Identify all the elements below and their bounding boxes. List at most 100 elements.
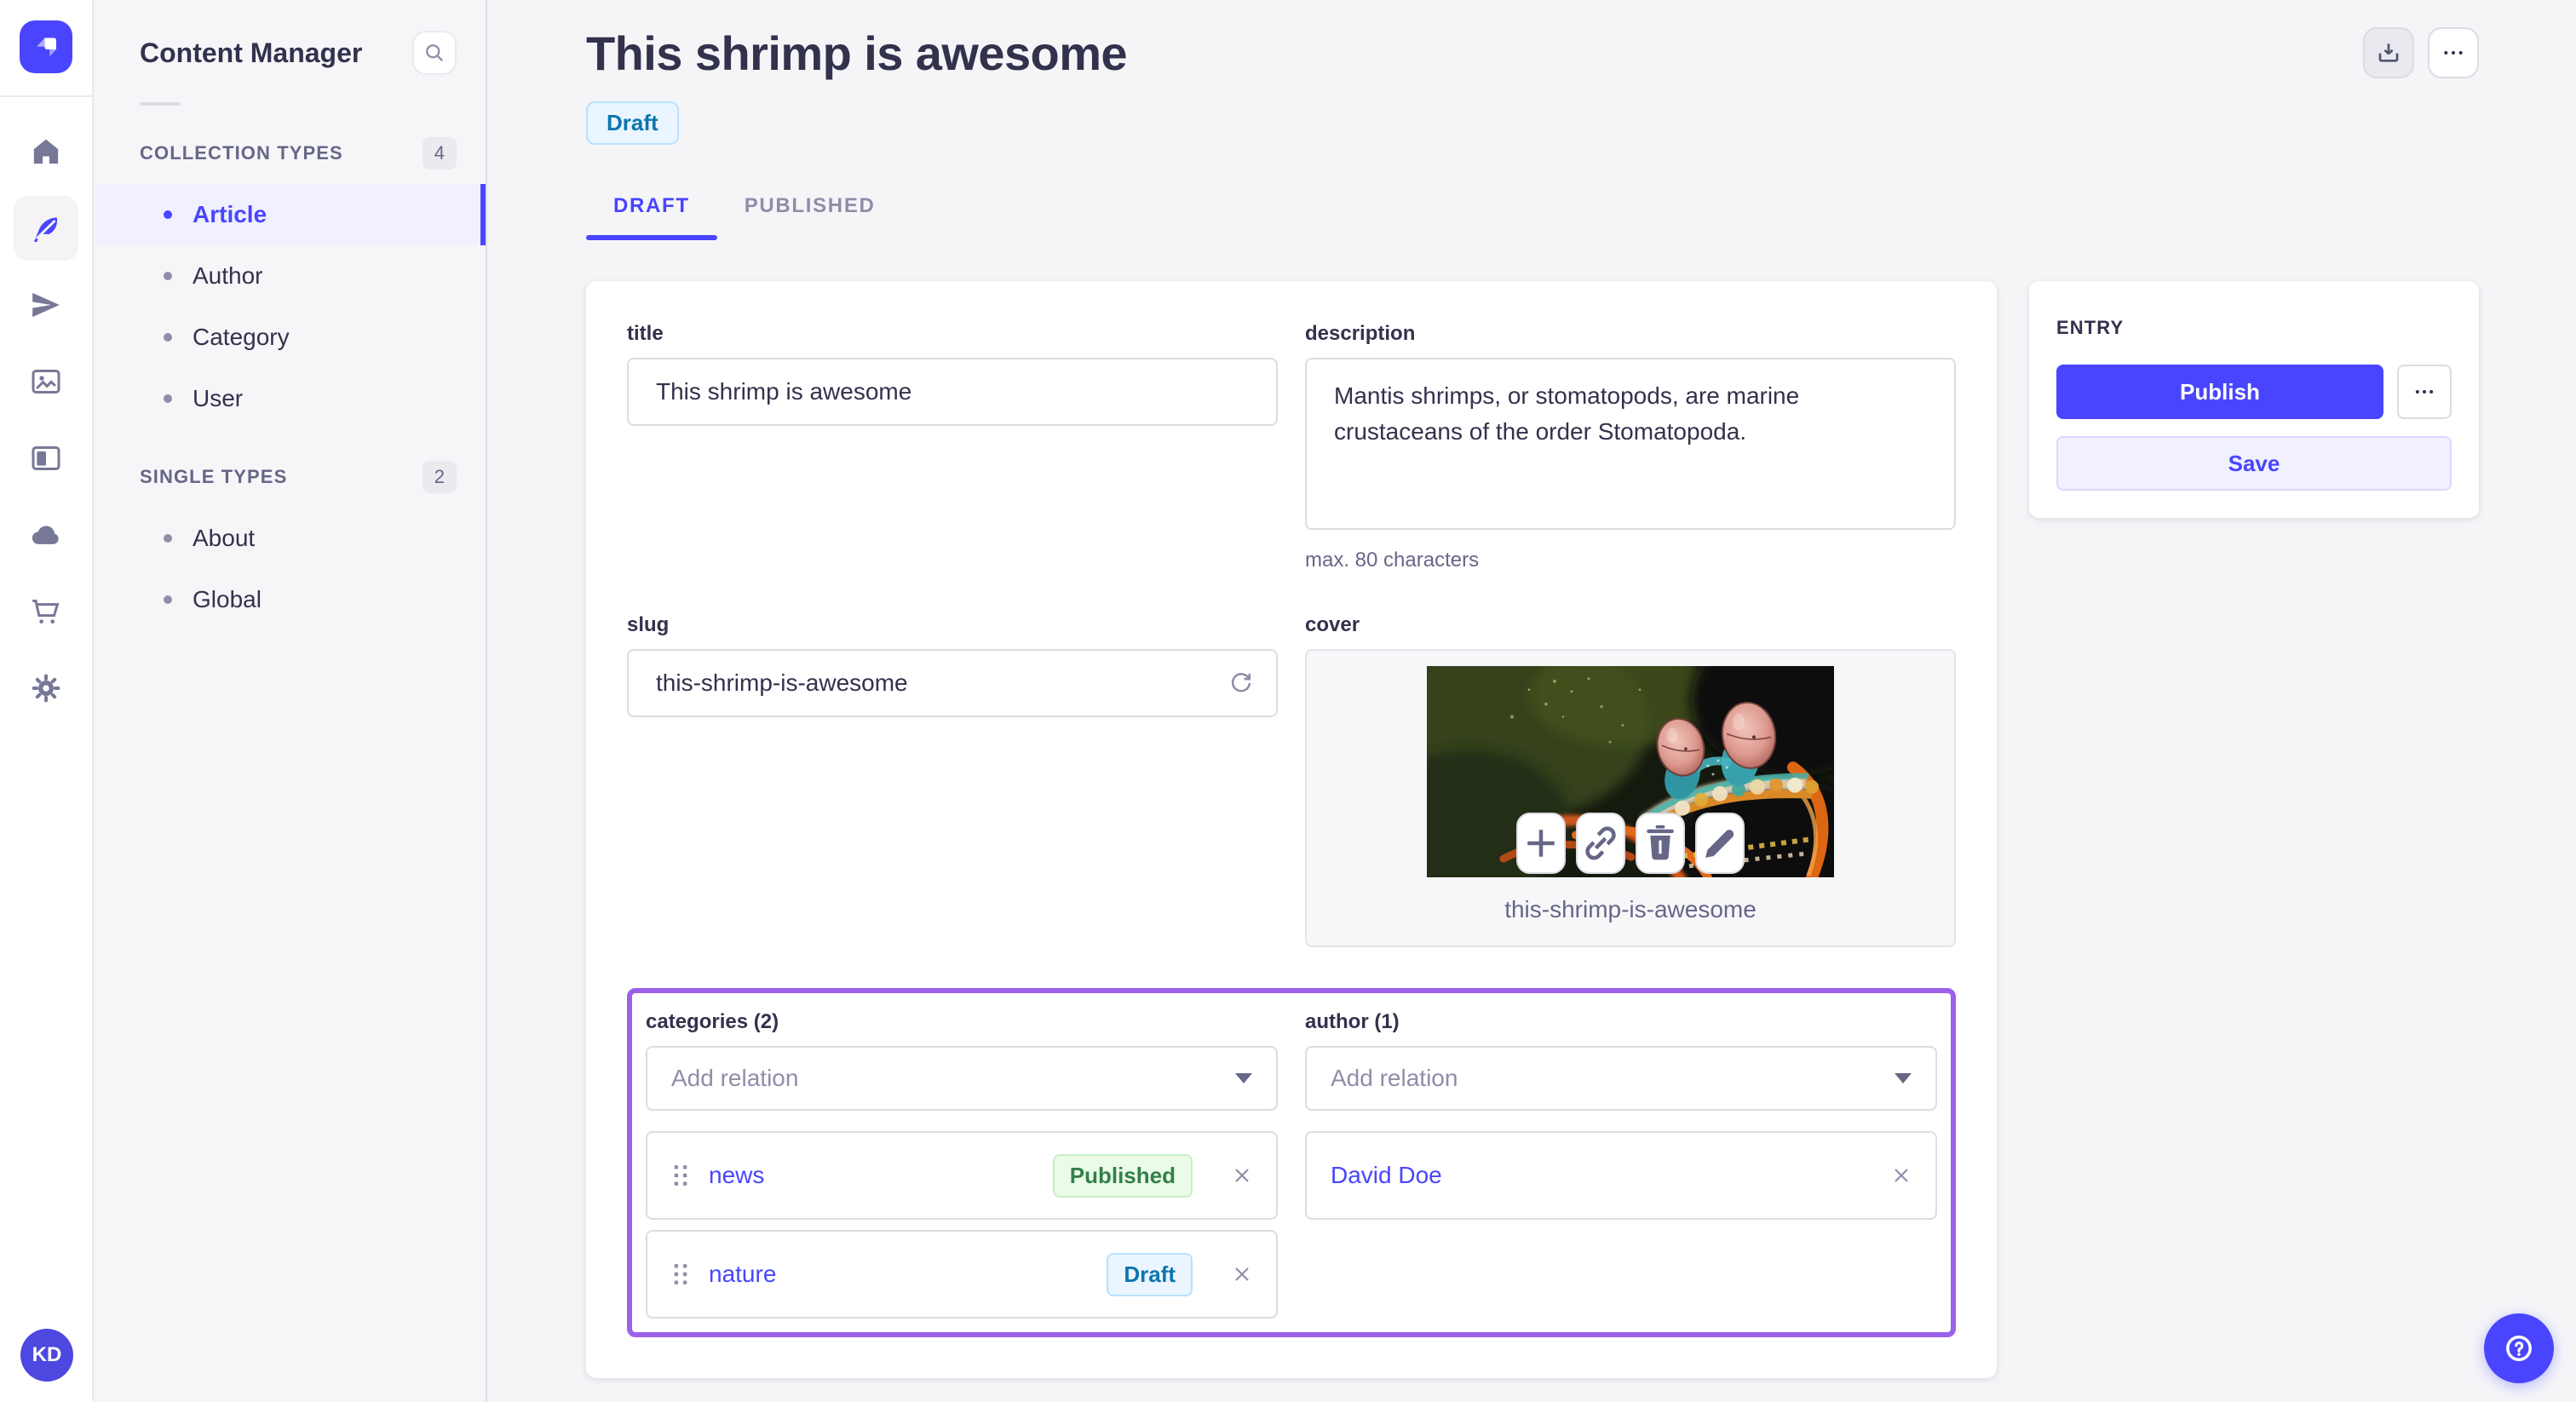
avatar[interactable]: KD [20,1329,73,1382]
categories-field: categories (2) Add relation news Publish… [646,1010,1278,1319]
bullet-icon [164,272,172,280]
header-actions [2363,27,2479,78]
nav-rail: KD [0,0,94,1402]
remove-relation-button[interactable] [1232,1264,1252,1284]
sidebar-item-label: About [193,525,256,551]
section-label: SINGLE TYPES [140,466,288,487]
tab-draft[interactable]: DRAFT [586,179,717,240]
close-icon [1235,1267,1249,1281]
media-library-icon[interactable] [14,349,78,414]
layout-icon[interactable] [14,426,78,491]
bullet-icon [164,333,172,342]
status-badge: Draft [586,101,679,145]
link-icon [1585,826,1616,860]
drag-handle-icon[interactable] [671,1261,690,1287]
relation-item-nature: nature Draft [646,1230,1278,1319]
publish-button[interactable]: Publish [2056,365,2383,419]
remove-relation-button[interactable] [1232,1165,1252,1186]
title-label: title [627,322,664,345]
relation-link[interactable]: news [709,1162,1034,1189]
description-field: description max. 80 characters [1305,322,1956,572]
description-label: description [1305,322,1416,345]
sidebar-title: Content Manager [140,37,363,68]
sidebar-item-label: Category [193,324,290,350]
section-head-collection-types: COLLECTION TYPES 4 [95,129,486,177]
cover-card: this-shrimp-is-awesome [1305,649,1956,947]
tab-published[interactable]: PUBLISHED [717,179,903,240]
draft-badge: Draft [1107,1252,1193,1296]
sidebar-item-label: Article [193,201,267,227]
description-textarea[interactable] [1305,358,1956,530]
slug-field: slug [627,613,1278,717]
regenerate-slug-button[interactable] [1227,669,1256,698]
sidebar-item-category[interactable]: Category [95,307,486,368]
cover-label: cover [1305,613,1360,636]
entry-panel-title: ENTRY [2056,317,2125,338]
ellipsis-icon [2444,51,2463,55]
paper-plane-icon[interactable] [14,273,78,337]
cover-caption: this-shrimp-is-awesome [1504,896,1757,922]
relation-link[interactable]: David Doe [1331,1162,1872,1189]
section-label: COLLECTION TYPES [140,142,343,164]
strapi-logo-icon [37,37,56,57]
sidebar-item-article[interactable]: Article [95,184,486,245]
search-button[interactable] [412,31,457,75]
drag-handle-icon[interactable] [671,1163,690,1188]
author-add-relation-select[interactable]: Add relation [1305,1046,1937,1111]
categories-add-relation-placeholder: Add relation [671,1065,799,1091]
entry-panel: ENTRY Publish Save [2029,281,2479,518]
sidebar-item-global[interactable]: Global [95,569,486,630]
remove-relation-button[interactable] [1891,1165,1912,1186]
home-icon[interactable] [14,119,78,184]
sidebar-item-author[interactable]: Author [95,245,486,307]
edit-asset-button[interactable] [1695,813,1745,874]
relation-link[interactable]: nature [709,1261,1088,1288]
download-icon [2378,43,2399,62]
sidebar-item-user[interactable]: User [95,368,486,429]
published-badge: Published [1052,1153,1193,1198]
sidebar-item-label: Global [193,586,262,612]
save-button[interactable]: Save [2056,436,2452,491]
delete-asset-button[interactable] [1636,813,1685,874]
page-title: This shrimp is awesome [586,26,1128,80]
content-feather-icon[interactable] [14,196,78,261]
sidebar-divider [140,102,181,106]
title-field: title [627,322,1278,426]
sidebar-item-label: Author [193,262,263,289]
single-types-list: About Global [95,508,486,630]
strapi-logo[interactable] [20,20,72,73]
single-types-count-badge: 2 [422,461,457,493]
cloud-icon[interactable] [14,503,78,567]
cover-actions [1516,813,1745,874]
search-icon [426,44,444,62]
sidebar: Content Manager COLLECTION TYPES 4 Artic… [95,0,487,1402]
title-input[interactable] [627,358,1278,426]
bullet-icon [164,394,172,403]
section-head-single-types: SINGLE TYPES 2 [95,453,486,501]
cover-field: cover this-shrimp-is-awesome [1305,613,1956,947]
slug-input[interactable] [627,649,1278,717]
main-content: This shrimp is awesome Draft DRAFT PUBLI… [487,0,2576,1402]
copy-link-button[interactable] [1576,813,1625,874]
refresh-icon [1231,673,1251,692]
bullet-icon [164,595,172,604]
sidebar-item-about[interactable]: About [95,508,486,569]
collection-types-count-badge: 4 [422,137,457,170]
sidebar-item-label: User [193,385,244,411]
plus-icon [1527,830,1555,857]
help-button[interactable] [2484,1313,2554,1383]
categories-add-relation-select[interactable]: Add relation [646,1046,1278,1111]
add-asset-button[interactable] [1516,813,1566,874]
categories-label: categories (2) [646,1010,779,1033]
close-icon [1895,1169,1908,1182]
export-button[interactable] [2363,27,2414,78]
entry-more-button[interactable] [2397,365,2452,419]
more-options-button[interactable] [2428,27,2479,78]
cart-icon[interactable] [14,579,78,644]
bullet-icon [164,534,172,543]
rail-icon-list [14,119,78,721]
version-tabs: DRAFT PUBLISHED [586,179,2479,240]
chevron-down-icon [1895,1073,1912,1083]
rail-divider [0,95,93,97]
gear-icon[interactable] [14,656,78,721]
